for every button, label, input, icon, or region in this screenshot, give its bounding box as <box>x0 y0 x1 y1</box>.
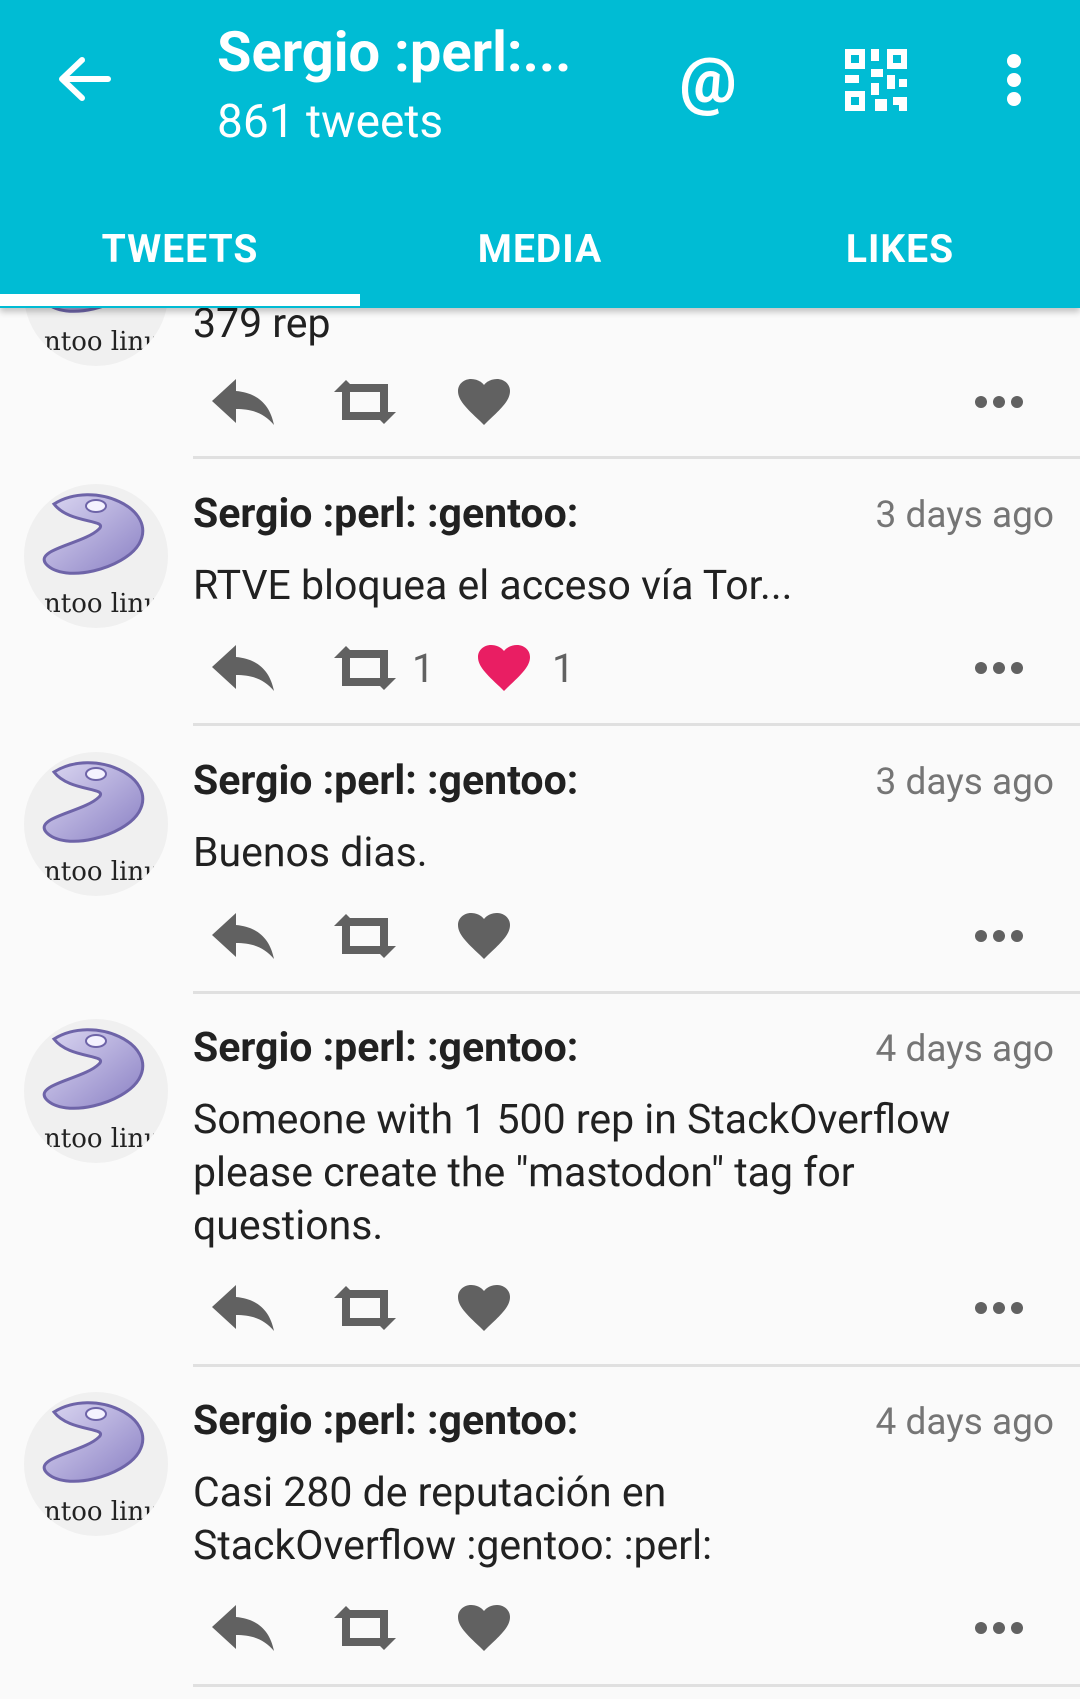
overflow-menu-button[interactable] <box>974 40 1054 120</box>
retweet-button[interactable] <box>330 1268 400 1348</box>
tweet-text: Buenos dias. <box>193 829 428 877</box>
reply-button[interactable] <box>210 628 276 708</box>
tweet-actions <box>0 362 1080 442</box>
more-dots-icon <box>975 1622 1023 1634</box>
more-dots-icon <box>975 662 1023 674</box>
tweet-text: Casi 280 de reputación en StackOverflow … <box>193 1469 713 1570</box>
avatar[interactable]: ntoo linu <box>24 752 168 896</box>
tweet-more-button[interactable] <box>974 1588 1024 1668</box>
reply-icon <box>212 645 274 691</box>
gentoo-logo-icon: ntoo linu <box>42 761 161 887</box>
tab-tweets[interactable]: TWEETS <box>0 190 360 308</box>
gentoo-logo-icon: ntoo linu <box>42 493 161 619</box>
tweet-timestamp: 3 days ago <box>875 494 1054 537</box>
gentoo-logo-icon: ntoo linu <box>42 1401 161 1527</box>
more-dots-icon <box>975 1302 1023 1314</box>
reply-icon <box>212 1605 274 1651</box>
retweet-icon <box>334 380 396 424</box>
tweet-actions <box>0 1588 1080 1668</box>
tweet-text: Someone with 1 500 rep in StackOverflow … <box>193 1096 951 1250</box>
reply-button[interactable] <box>210 362 276 442</box>
avatar[interactable]: ntoo linu <box>24 1019 168 1163</box>
reply-icon <box>212 913 274 959</box>
avatar[interactable]: ntoo linu <box>24 1392 168 1536</box>
tab-media[interactable]: MEDIA <box>360 190 720 308</box>
like-button[interactable] <box>456 1268 512 1348</box>
tab-likes[interactable]: LIKES <box>720 190 1080 308</box>
divider <box>193 991 1080 994</box>
tweet-timestamp: 4 days ago <box>875 1028 1054 1071</box>
profile-header: Sergio :perl:... 861 tweets <box>217 18 597 152</box>
heart-icon <box>458 1285 510 1331</box>
divider <box>193 723 1080 726</box>
author-name[interactable]: Sergio :perl: :gentoo: <box>193 1397 578 1445</box>
tab-bar: TWEETS MEDIA LIKES <box>0 190 1080 308</box>
heart-icon <box>458 1605 510 1651</box>
svg-text:ntoo linu: ntoo linu <box>44 857 161 887</box>
tweet-more-button[interactable] <box>974 1268 1024 1348</box>
tweet-more-button[interactable] <box>974 896 1024 976</box>
author-name[interactable]: Sergio :perl: :gentoo: <box>193 490 578 538</box>
retweet-icon <box>334 1606 396 1650</box>
more-dots-icon <box>975 396 1023 408</box>
retweet-icon <box>334 1286 396 1330</box>
like-button[interactable] <box>456 362 512 442</box>
author-name[interactable]: Sergio :perl: :gentoo: <box>193 1024 578 1072</box>
svg-text:ntoo linu: ntoo linu <box>44 327 161 357</box>
heart-filled-icon <box>478 645 530 691</box>
author-name[interactable]: Sergio :perl: :gentoo: <box>193 757 578 805</box>
mention-button[interactable]: @ <box>668 40 748 120</box>
more-dots-icon <box>975 930 1023 942</box>
svg-text:ntoo linu: ntoo linu <box>44 589 161 619</box>
overflow-menu-icon <box>1007 54 1021 106</box>
app-bar: Sergio :perl:... 861 tweets @ TWEETS MED… <box>0 0 1080 308</box>
like-button[interactable] <box>456 1588 512 1668</box>
profile-title: Sergio :perl:... <box>217 19 572 85</box>
tweet-actions: 1 1 <box>0 628 1080 708</box>
heart-icon <box>458 379 510 425</box>
like-button[interactable]: 1 <box>476 628 574 708</box>
retweet-icon <box>334 646 396 690</box>
tweet-actions <box>0 896 1080 976</box>
retweet-count: 1 <box>412 644 435 692</box>
tweet-more-button[interactable] <box>974 362 1024 442</box>
tweet-actions <box>0 1268 1080 1348</box>
back-button[interactable] <box>50 44 120 114</box>
tweet-timestamp: 3 days ago <box>875 761 1054 804</box>
tweet-count: 861 tweets <box>217 95 444 149</box>
reply-button[interactable] <box>210 1588 276 1668</box>
svg-text:ntoo linu: ntoo linu <box>44 1124 161 1154</box>
retweet-button[interactable]: 1 <box>330 628 434 708</box>
reply-button[interactable] <box>210 1268 276 1348</box>
like-count: 1 <box>552 644 575 692</box>
qr-code-icon <box>845 49 907 111</box>
qr-code-button[interactable] <box>836 40 916 120</box>
divider <box>193 1364 1080 1367</box>
heart-icon <box>458 913 510 959</box>
retweet-button[interactable] <box>330 896 400 976</box>
arrow-back-icon <box>59 57 111 101</box>
divider <box>193 456 1080 459</box>
tweet-more-button[interactable] <box>974 628 1024 708</box>
reply-icon <box>212 379 274 425</box>
gentoo-logo-icon: ntoo linu <box>42 1028 161 1154</box>
svg-text:ntoo linu: ntoo linu <box>44 1497 161 1527</box>
avatar[interactable]: ntoo linu <box>24 484 168 628</box>
tweet-text: RTVE bloquea el acceso vía Tor... <box>193 562 793 610</box>
reply-button[interactable] <box>210 896 276 976</box>
retweet-button[interactable] <box>330 1588 400 1668</box>
at-sign-icon: @ <box>679 42 737 118</box>
tweet-timestamp: 4 days ago <box>875 1401 1054 1444</box>
tab-indicator <box>0 294 360 306</box>
like-button[interactable] <box>456 896 512 976</box>
reply-icon <box>212 1285 274 1331</box>
retweet-icon <box>334 914 396 958</box>
retweet-button[interactable] <box>330 362 400 442</box>
divider <box>193 1684 1080 1687</box>
